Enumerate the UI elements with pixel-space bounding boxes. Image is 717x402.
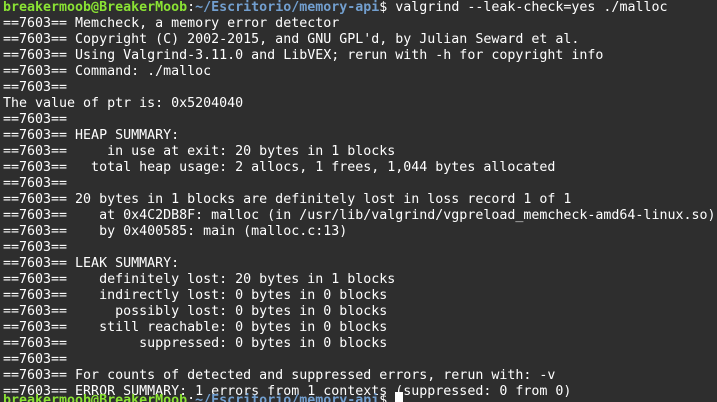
output-line: ==7603== suppressed: 0 bytes in 0 blocks <box>3 336 388 351</box>
output-line: ==7603== <box>3 240 68 255</box>
output-line: ==7603== definitely lost: 20 bytes in 1 … <box>3 272 396 287</box>
next-prompt-user-host: breakermoob@BreakerMoob <box>3 393 188 402</box>
output-line: ==7603== Using Valgrind-3.11.0 and LibVE… <box>3 48 604 63</box>
next-prompt-symbol: $ <box>379 393 388 402</box>
next-prompt-separator: : <box>187 393 196 402</box>
output-line: ==7603== by 0x400585: main (malloc.c:13) <box>3 224 348 239</box>
output-line: ==7603== <box>3 80 68 95</box>
output-line: ==7603== possibly lost: 0 bytes in 0 blo… <box>3 304 388 319</box>
output-line: ==7603== Memcheck, a memory error detect… <box>3 16 340 31</box>
output-line: ==7603== total heap usage: 2 allocs, 1 f… <box>3 160 556 175</box>
output-line: ==7603== <box>3 112 68 127</box>
output-line: ==7603== in use at exit: 20 bytes in 1 b… <box>3 144 396 159</box>
prompt-command: valgrind --leak-check=yes ./malloc <box>387 0 668 15</box>
output-line: The value of ptr is: 0x5204040 <box>3 96 244 111</box>
terminal-output: breakermoob@BreakerMoob:~/Escritorio/mem… <box>3 0 715 400</box>
output-line: ==7603== 20 bytes in 1 blocks are defini… <box>3 192 572 207</box>
text-cursor <box>395 392 404 402</box>
output-line: ==7603== LEAK SUMMARY: <box>3 256 180 271</box>
prompt-user-host: breakermoob@BreakerMoob <box>3 0 188 15</box>
output-line: ==7603== still reachable: 0 bytes in 0 b… <box>3 320 388 335</box>
output-line: ==7603== For counts of detected and supp… <box>3 368 556 383</box>
next-prompt-path: ~/Escritorio/memory-api <box>195 393 380 402</box>
prompt-path: ~/Escritorio/memory-api <box>195 0 380 15</box>
prompt-line: breakermoob@BreakerMoob:~/Escritorio/mem… <box>3 0 715 16</box>
output-line: ==7603== <box>3 352 68 367</box>
next-prompt-line[interactable]: breakermoob@BreakerMoob:~/Escritorio/mem… <box>3 392 404 402</box>
output-line: ==7603== indirectly lost: 0 bytes in 0 b… <box>3 288 388 303</box>
output-line: ==7603== <box>3 176 68 191</box>
output-line: ==7603== at 0x4C2DB8F: malloc (in /usr/l… <box>3 208 716 223</box>
prompt-separator: : <box>187 0 196 15</box>
output-line: ==7603== Command: ./malloc <box>3 64 212 79</box>
output-line: ==7603== HEAP SUMMARY: <box>3 128 180 143</box>
terminal-window[interactable]: breakermoob@BreakerMoob:~/Escritorio/mem… <box>0 0 717 402</box>
output-line: ==7603== Copyright (C) 2002-2015, and GN… <box>3 32 580 47</box>
